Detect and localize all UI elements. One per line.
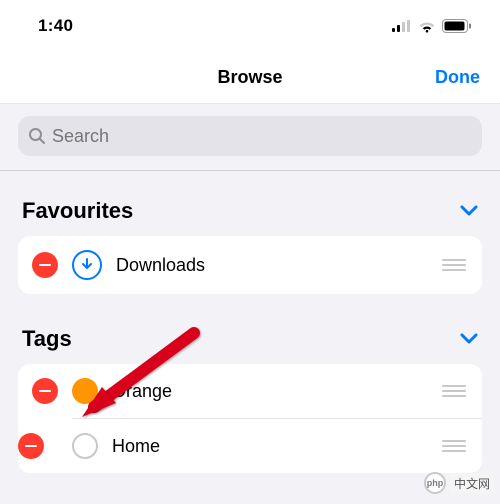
minus-icon <box>39 390 51 393</box>
item-label: Downloads <box>116 255 428 276</box>
delete-button[interactable] <box>32 252 58 278</box>
drag-handle[interactable] <box>442 440 468 452</box>
watermark-logo: php <box>424 472 446 494</box>
list-item[interactable]: Downloads <box>18 236 482 294</box>
content-area: Favourites Downloads Tags Orange <box>0 176 500 473</box>
search-bar[interactable] <box>18 116 482 156</box>
chevron-down-icon <box>460 205 478 217</box>
status-time: 1:40 <box>38 16 73 36</box>
watermark-text: 中文网 <box>450 474 494 493</box>
minus-icon <box>39 264 51 267</box>
list-item[interactable]: Home <box>72 418 482 473</box>
drag-handle[interactable] <box>442 385 468 397</box>
favourites-list: Downloads <box>18 236 482 294</box>
minus-icon <box>25 445 37 448</box>
cellular-icon <box>392 20 412 32</box>
favourites-header[interactable]: Favourites <box>18 190 482 236</box>
done-button[interactable]: Done <box>435 67 480 88</box>
tags-title: Tags <box>22 326 72 352</box>
tag-color-dot <box>72 433 98 459</box>
favourites-title: Favourites <box>22 198 133 224</box>
chevron-down-icon <box>460 333 478 345</box>
status-bar: 1:40 <box>0 0 500 52</box>
tags-list: Orange Home <box>18 364 482 473</box>
tag-color-dot <box>72 378 98 404</box>
nav-header: Browse Done <box>0 52 500 104</box>
download-icon <box>72 250 102 280</box>
tags-header[interactable]: Tags <box>18 318 482 364</box>
page-title: Browse <box>217 67 282 88</box>
battery-icon <box>442 19 472 33</box>
drag-handle[interactable] <box>442 259 468 271</box>
wifi-icon <box>418 20 436 33</box>
search-icon <box>28 127 46 145</box>
watermark: php 中文网 <box>424 472 494 494</box>
item-label: Orange <box>112 381 428 402</box>
delete-button[interactable] <box>18 433 44 459</box>
search-input[interactable] <box>52 126 472 147</box>
list-item[interactable]: Orange <box>18 364 482 418</box>
status-icons <box>392 19 472 33</box>
item-label: Home <box>112 436 428 457</box>
delete-button[interactable] <box>32 378 58 404</box>
